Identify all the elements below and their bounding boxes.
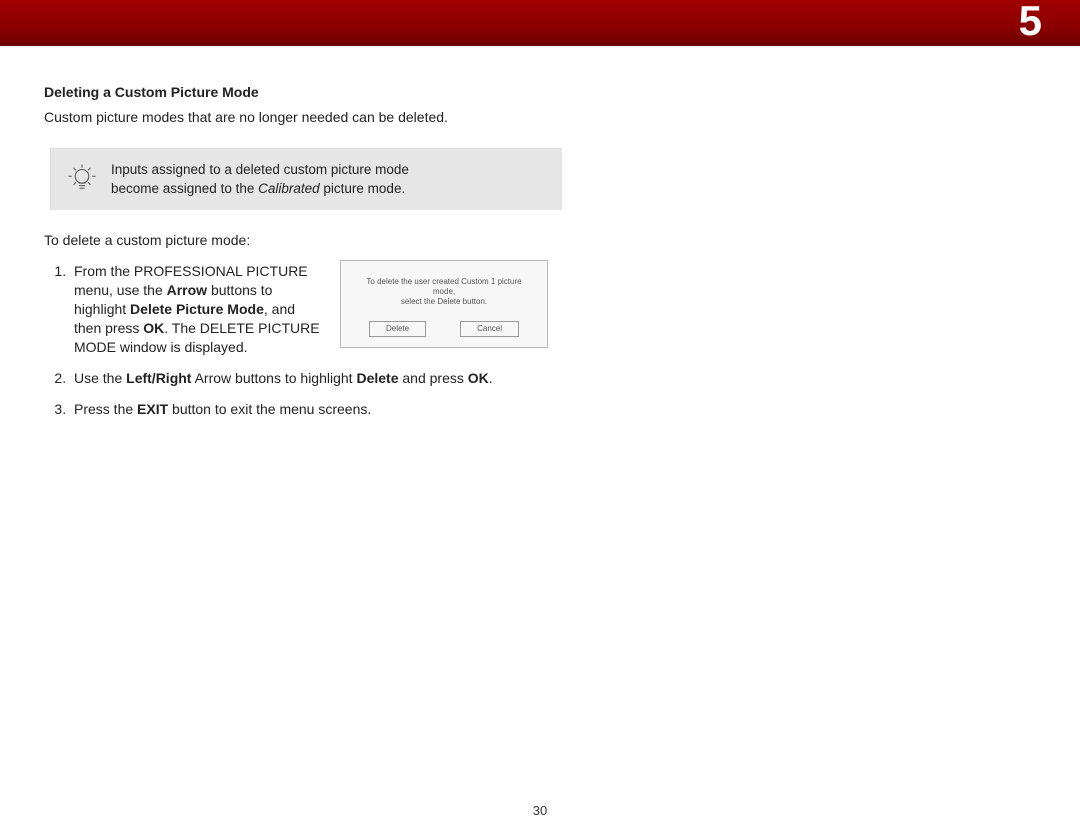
step2-t1: Use the — [74, 370, 126, 386]
step-1: From the PROFESSIONAL PICTURE menu, use … — [70, 262, 568, 356]
tip-line2c: picture mode. — [320, 181, 406, 196]
step2-b1: Left/Right — [126, 370, 191, 386]
tip-box: Inputs assigned to a deleted custom pict… — [50, 148, 562, 210]
step2-b3: OK — [468, 370, 489, 386]
section-heading: Deleting a Custom Picture Mode — [44, 84, 568, 100]
step-3: Press the EXIT button to exit the menu s… — [70, 400, 568, 419]
dialog-delete-button[interactable]: Delete — [369, 321, 426, 337]
tip-line1: Inputs assigned to a deleted custom pict… — [111, 162, 409, 177]
step3-t1: Press the — [74, 401, 137, 417]
step2-b2: Delete — [356, 370, 398, 386]
dialog-msg-l1: To delete the user created Custom 1 pict… — [366, 277, 521, 296]
steps-list: From the PROFESSIONAL PICTURE menu, use … — [44, 262, 568, 418]
step3-t2: button to exit the menu screens. — [168, 401, 371, 417]
step1-b2: Delete Picture Mode — [130, 301, 264, 317]
step3-b1: EXIT — [137, 401, 168, 417]
step2-t4: . — [489, 370, 493, 386]
step1-b3: OK — [143, 320, 164, 336]
header-band: 5 — [0, 0, 1080, 46]
step-2: Use the Left/Right Arrow buttons to high… — [70, 369, 568, 388]
tip-italic: Calibrated — [258, 181, 320, 196]
page-number: 30 — [0, 803, 1080, 818]
step2-t3: and press — [399, 370, 468, 386]
content-area: Deleting a Custom Picture Mode Custom pi… — [0, 46, 1080, 418]
delete-dialog: To delete the user created Custom 1 pict… — [340, 260, 548, 348]
tip-line2a: become assigned to the — [111, 181, 258, 196]
lightbulb-icon — [65, 161, 99, 198]
tip-text: Inputs assigned to a deleted custom pict… — [111, 161, 409, 197]
dialog-msg-l2: select the Delete button. — [401, 297, 487, 306]
step2-t2: Arrow buttons to highlight — [191, 370, 356, 386]
chapter-number: 5 — [1019, 0, 1042, 44]
section-intro: Custom picture modes that are no longer … — [44, 108, 568, 126]
steps-lead: To delete a custom picture mode: — [44, 232, 568, 248]
step1-b1: Arrow — [167, 282, 207, 298]
dialog-cancel-button[interactable]: Cancel — [460, 321, 519, 337]
